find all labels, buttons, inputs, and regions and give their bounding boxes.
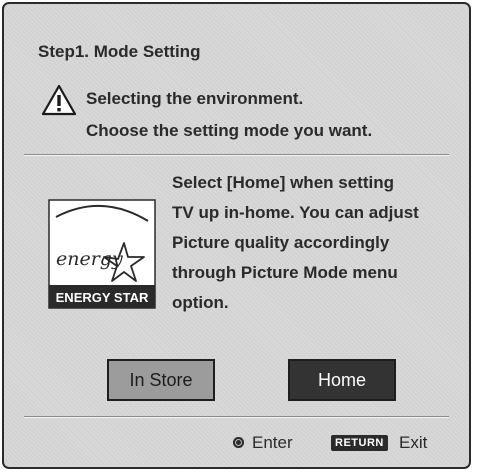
description-line-3: Picture quality accordingly [172,233,390,252]
warning-triangle-icon [41,84,77,116]
energy-star-logo: energy ENERGY STAR [48,199,156,309]
warning-text-line-1: Selecting the environment. [86,89,304,108]
enter-hint-label: Enter [252,433,293,452]
description-line-1: Select [Home] when setting [172,173,394,192]
energy-script-text: energy [56,248,123,270]
warning-text-line-2: Choose the setting mode you want. [86,121,373,140]
home-button[interactable]: Home [288,359,396,401]
description-line-4: through Picture Mode menu [172,263,398,282]
dialog-title: Step1. Mode Setting [38,42,201,61]
in-store-button[interactable]: In Store [107,359,215,401]
description-line-5: option. [172,293,229,312]
top-divider [24,154,449,156]
exit-hint-label: Exit [399,433,428,452]
mode-description: Select [Home] when setting TV up in-home… [172,168,462,318]
description-line-2: TV up in-home. You can adjust [172,203,419,222]
energy-star-label: ENERGY STAR [56,290,149,305]
mode-setting-dialog: Step1. Mode Setting Selecting the enviro… [2,2,471,469]
return-key-icon[interactable]: RETURN [331,435,388,451]
bottom-divider [24,416,449,418]
enter-dot-icon [233,437,244,448]
